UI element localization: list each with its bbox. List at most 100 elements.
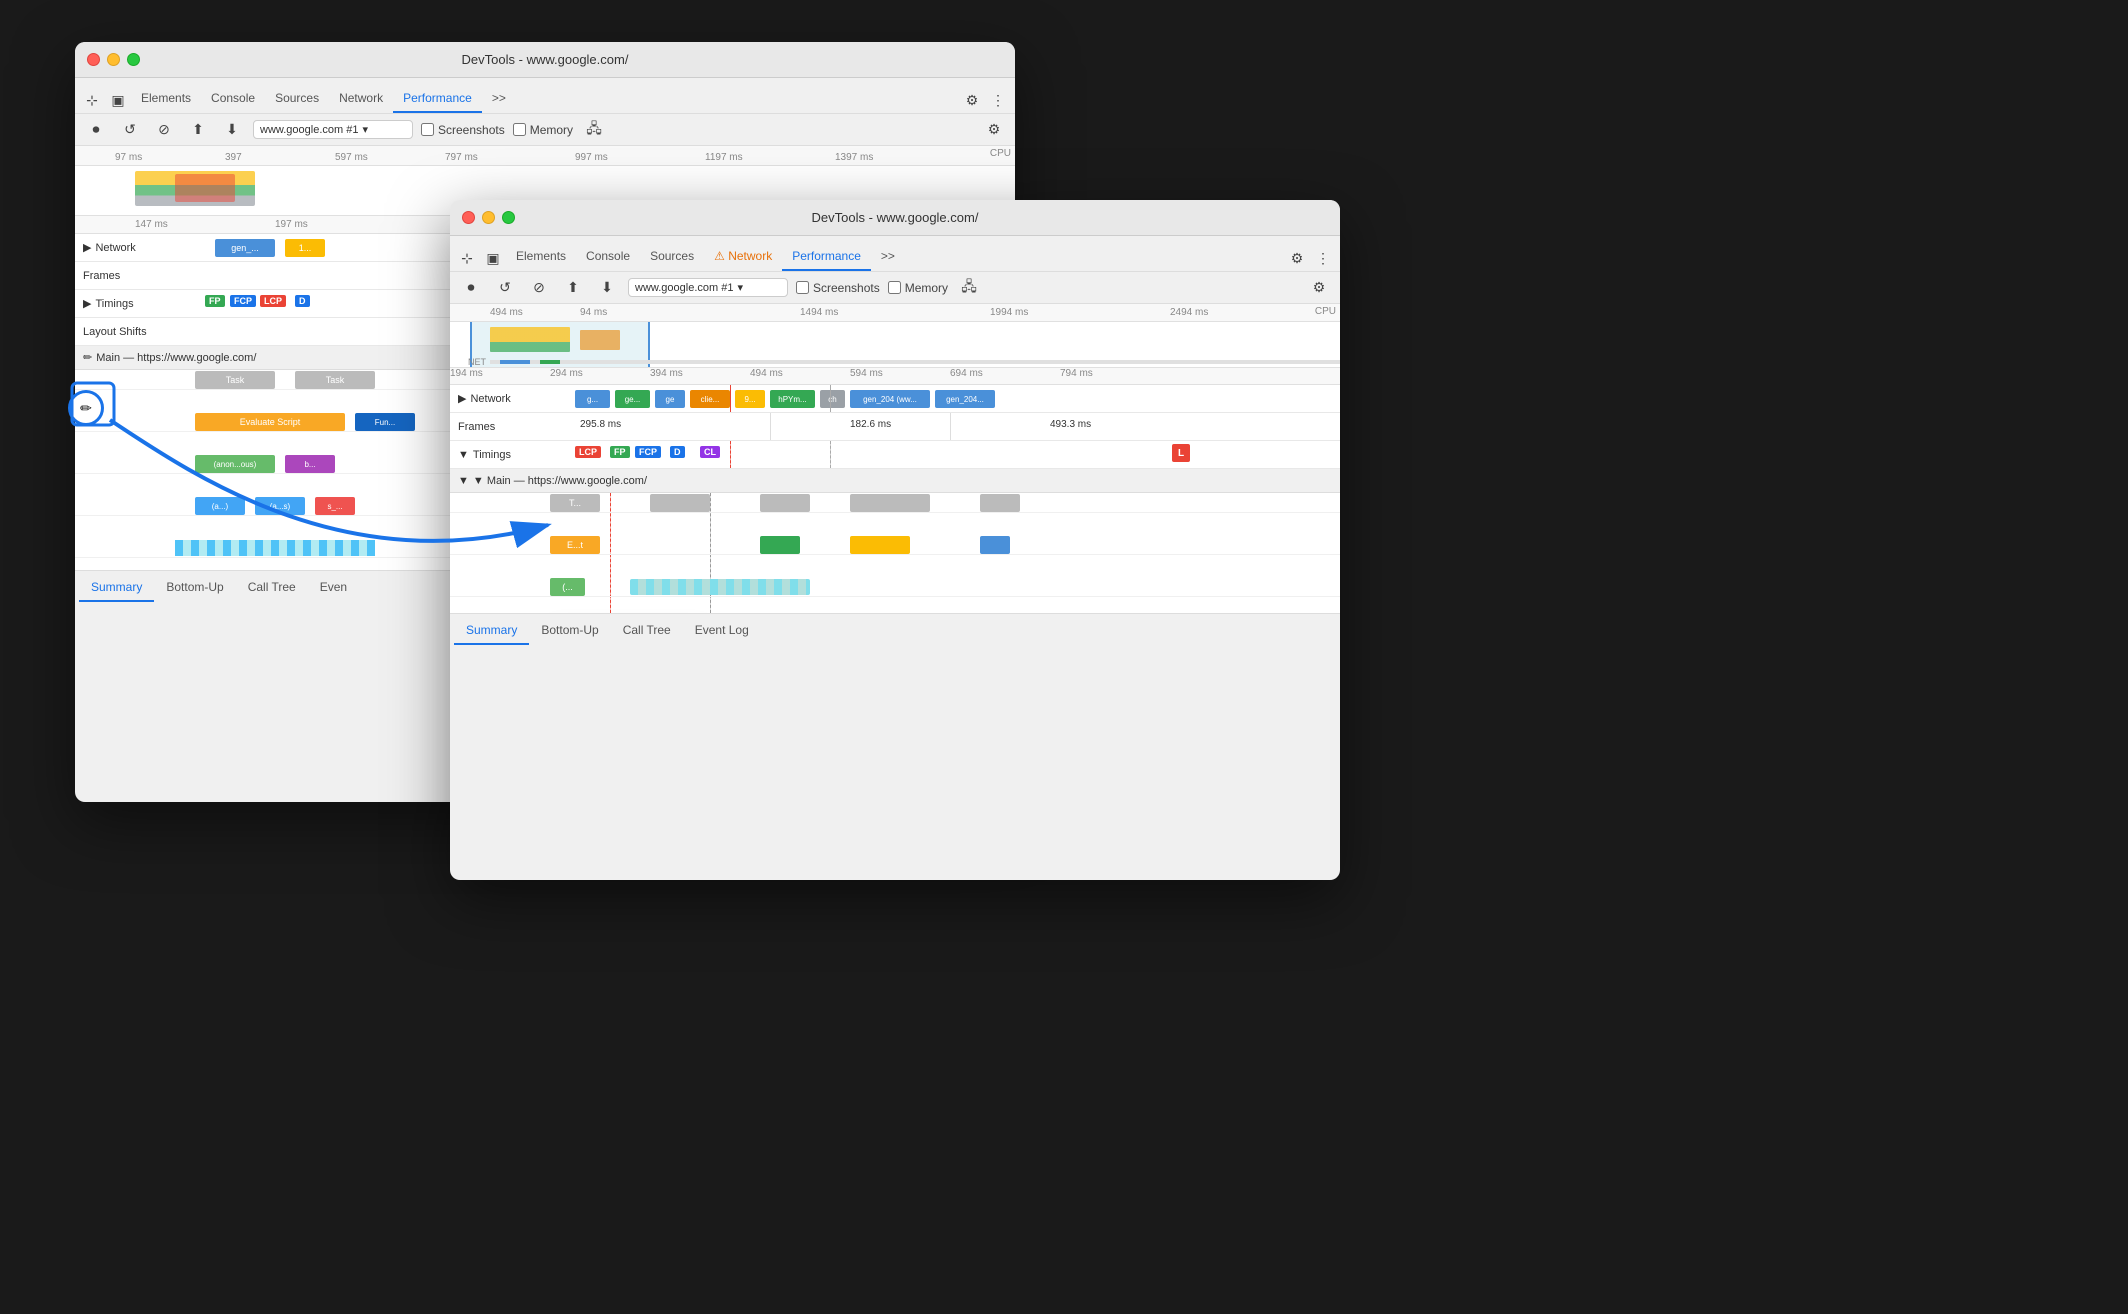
tab-elements-front[interactable]: Elements (506, 243, 576, 271)
screenshots-input-back[interactable] (421, 123, 434, 136)
tab-bar-back: ⊹ ▣ Elements Console Sources Network Per… (75, 78, 1015, 114)
main-title-front: ▼ Main — https://www.google.com/ (473, 475, 647, 487)
track-label-frames-back: Frames (75, 270, 195, 282)
more-icon-back[interactable]: ⋮ (985, 87, 1011, 113)
track-frames-front: Frames 295.8 ms 182.6 ms 493.3 ms (450, 413, 1340, 441)
screenshots-checkbox-back[interactable]: Screenshots (421, 123, 505, 137)
minimize-button-back[interactable] (107, 53, 120, 66)
badge-lcp-back: LCP (260, 295, 286, 307)
url-text-back: www.google.com #1 (260, 124, 358, 136)
bottom-tab-eventlog-front[interactable]: Event Log (683, 617, 761, 645)
flame-row-front-3: (... (450, 577, 1340, 597)
window-title-front: DevTools - www.google.com/ (812, 210, 979, 225)
track-network-front: ▶ Network g... ge... ge clie... 9... hPY… (450, 385, 1340, 413)
track-label-timings-back: ▶ Timings (75, 297, 195, 310)
title-bar-back: DevTools - www.google.com/ (75, 42, 1015, 78)
network-throttle-icon-front[interactable]: 🖧 (956, 275, 982, 301)
badge-lcp-front: LCP (575, 446, 601, 458)
tab-console-front[interactable]: Console (576, 243, 640, 271)
net-label-mini: NET (450, 357, 490, 367)
bottom-tab-bottomup-back[interactable]: Bottom-Up (154, 574, 235, 602)
tab-more-front[interactable]: >> (871, 243, 905, 271)
track-timings-front: ▼ Timings LCP FP FCP D CL L (450, 441, 1340, 469)
refresh-icon-front[interactable]: ↺ (492, 275, 518, 301)
title-bar-front: DevTools - www.google.com/ (450, 200, 1340, 236)
bottom-tab-bottomup-front[interactable]: Bottom-Up (529, 617, 610, 645)
settings-icon-front[interactable]: ⚙ (1284, 245, 1310, 271)
upload-icon-front[interactable]: ⬆ (560, 275, 586, 301)
clear-icon-front[interactable]: ⊘ (526, 275, 552, 301)
more-icon-front[interactable]: ⋮ (1310, 245, 1336, 271)
badge-fp-back: FP (205, 295, 225, 307)
badge-l-front: L (1172, 444, 1190, 462)
capture-settings-icon-front[interactable]: ⚙ (1306, 275, 1332, 301)
close-button-front[interactable] (462, 211, 475, 224)
device-icon-front[interactable]: ▣ (480, 245, 506, 271)
download-icon-front[interactable]: ⬇ (594, 275, 620, 301)
tab-network-front[interactable]: ⚠ Network (704, 243, 782, 271)
badge-fcp-front: FCP (635, 446, 661, 458)
tab-console-back[interactable]: Console (201, 85, 265, 113)
download-icon-back[interactable]: ⬇ (219, 117, 245, 143)
tab-network-back[interactable]: Network (329, 85, 393, 113)
bottom-tab-calltree-back[interactable]: Call Tree (236, 574, 308, 602)
toolbar2-front: ⏺ ↺ ⊘ ⬆ ⬇ www.google.com #1 ▾ Screenshot… (450, 272, 1340, 304)
device-icon-back[interactable]: ▣ (105, 87, 131, 113)
memory-input-front[interactable] (888, 281, 901, 294)
chevron-down-icon-front: ▾ (737, 281, 743, 294)
badge-cl-front: CL (700, 446, 720, 458)
track-label-frames-front: Frames (450, 421, 570, 433)
upload-icon-back[interactable]: ⬆ (185, 117, 211, 143)
maximize-button-front[interactable] (502, 211, 515, 224)
tick-97: 97 ms (115, 152, 142, 163)
tab-performance-front[interactable]: Performance (782, 243, 871, 271)
triangle-right-icon-front: ▶ (458, 392, 466, 405)
network-throttle-icon-back[interactable]: 🖧 (581, 117, 607, 143)
bottom-tab-summary-front[interactable]: Summary (454, 617, 529, 645)
settings-icon-back[interactable]: ⚙ (959, 87, 985, 113)
tick-797: 797 ms (445, 152, 478, 163)
tab-elements-back[interactable]: Elements (131, 85, 201, 113)
triangle-down-icon-front: ▼ (458, 475, 469, 487)
minimize-button-front[interactable] (482, 211, 495, 224)
screenshots-checkbox-front[interactable]: Screenshots (796, 281, 880, 295)
bottom-tab-eventlog-back[interactable]: Even (308, 574, 359, 602)
maximize-button-back[interactable] (127, 53, 140, 66)
record-icon-front[interactable]: ⏺ (458, 275, 484, 301)
badge-fp-front: FP (610, 446, 630, 458)
net-block-1: gen_... (215, 239, 275, 257)
track-label-timings-front: ▼ Timings (450, 449, 570, 461)
cursor-icon-back[interactable]: ⊹ (79, 87, 105, 113)
window-title-back: DevTools - www.google.com/ (462, 52, 629, 67)
toolbar2-back: ⏺ ↺ ⊘ ⬆ ⬇ www.google.com #1 ▾ Screenshot… (75, 114, 1015, 146)
memory-checkbox-back[interactable]: Memory (513, 123, 573, 137)
close-button-back[interactable] (87, 53, 100, 66)
url-selector-front[interactable]: www.google.com #1 ▾ (628, 278, 788, 297)
refresh-icon-back[interactable]: ↺ (117, 117, 143, 143)
tab-sources-front[interactable]: Sources (640, 243, 704, 271)
memory-checkbox-front[interactable]: Memory (888, 281, 948, 295)
tab-more-back[interactable]: >> (482, 85, 516, 113)
url-selector-back[interactable]: www.google.com #1 ▾ (253, 120, 413, 139)
memory-label-back: Memory (530, 123, 573, 137)
bottom-tab-calltree-front[interactable]: Call Tree (611, 617, 683, 645)
bottom-tab-summary-back[interactable]: Summary (79, 574, 154, 602)
tab-sources-back[interactable]: Sources (265, 85, 329, 113)
traffic-lights-back (87, 53, 140, 66)
clear-icon-back[interactable]: ⊘ (151, 117, 177, 143)
tick-1397: 1397 ms (835, 152, 873, 163)
tick-1197: 1197 ms (705, 152, 743, 163)
tab-bar-front: ⊹ ▣ Elements Console Sources ⚠ Network P… (450, 236, 1340, 272)
track-label-network-front: ▶ Network (450, 392, 570, 405)
memory-input-back[interactable] (513, 123, 526, 136)
capture-settings-icon-back[interactable]: ⚙ (981, 117, 1007, 143)
record-icon-back[interactable]: ⏺ (83, 117, 109, 143)
pen-annotation-circle: ✏ (68, 390, 104, 426)
cursor-icon-front[interactable]: ⊹ (454, 245, 480, 271)
tab-performance-back[interactable]: Performance (393, 85, 482, 113)
flame-row-front-2: E...t (450, 535, 1340, 555)
badge-d-front: D (670, 446, 685, 458)
tick-997: 997 ms (575, 152, 608, 163)
network-icon-back: ▶ (83, 241, 91, 254)
screenshots-input-front[interactable] (796, 281, 809, 294)
